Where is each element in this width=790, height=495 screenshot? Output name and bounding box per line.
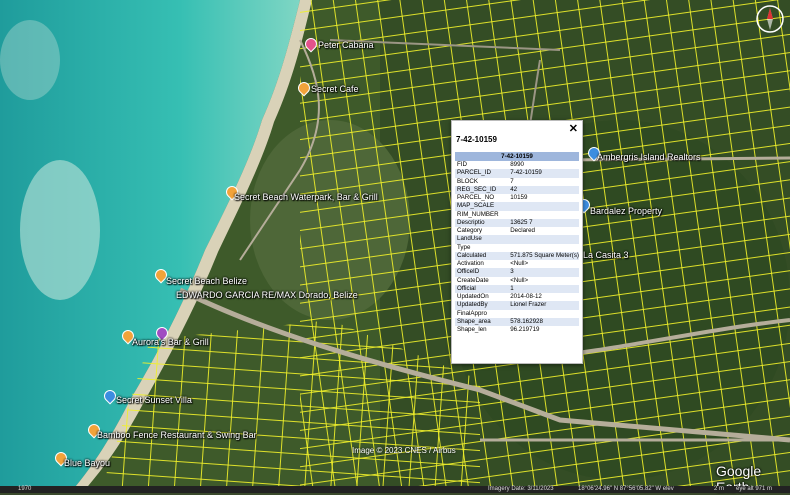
table-row: MAP_SCALE bbox=[455, 202, 579, 211]
parcel-attribute-table: 7-42-10159 FID 8990 PARCEL_ID 7-42-10159 BLO… bbox=[455, 152, 579, 334]
eye-altitude: eye alt 971 m bbox=[736, 486, 773, 492]
table-row: OfficeID 3 bbox=[455, 268, 579, 277]
status-bar: 1970 Imagery Date: 3/11/2023 18°06'24.96… bbox=[0, 486, 790, 493]
imagery-attribution: Image © 2023 CNES / Airbus bbox=[352, 446, 456, 455]
table-row: Shape_len 96.219719 bbox=[455, 326, 579, 334]
attribute-value: 571.875 Square Meter(s) bbox=[508, 251, 579, 260]
place-label[interactable]: Bamboo Fence Restaurant & Swing Bar bbox=[97, 430, 257, 440]
attribute-value bbox=[508, 244, 579, 252]
attribute-value: 1 bbox=[508, 284, 579, 293]
table-row: FinalAppro bbox=[455, 310, 579, 318]
attribute-value: 10159 bbox=[510, 194, 528, 202]
attribute-key: PARCEL_NO bbox=[457, 194, 495, 202]
timeline-year[interactable]: 1970 bbox=[18, 486, 31, 493]
attribute-key: CreateDate bbox=[457, 276, 489, 284]
attribute-key: RIM_NUMBER bbox=[457, 210, 499, 218]
table-row: Type bbox=[455, 244, 579, 252]
close-icon[interactable]: ✕ bbox=[569, 122, 578, 135]
attribute-value: Lionel Frazer bbox=[508, 301, 579, 310]
attribute-key: FID bbox=[457, 161, 467, 169]
elevation-value: 2 m bbox=[714, 486, 725, 492]
table-row: Descriptio 13625 7 bbox=[455, 218, 579, 227]
attribute-value: 2014-08-12 bbox=[510, 293, 542, 301]
table-row: Calculated 571.875 Square Meter(s) bbox=[455, 251, 579, 260]
attribute-key: MAP_SCALE bbox=[455, 202, 509, 211]
place-label[interactable]: Secret Sunset Villa bbox=[116, 395, 192, 405]
attribute-value: 42 bbox=[508, 185, 579, 194]
table-row: FID 8990 bbox=[455, 161, 579, 169]
place-label[interactable]: Secret Beach Waterpark, Bar & Grill bbox=[234, 192, 378, 202]
popup-title: 7-42-10159 bbox=[456, 135, 497, 144]
imagery-date: Imagery Date: 3/11/2023 bbox=[488, 486, 554, 492]
attribute-key: Activation bbox=[457, 260, 484, 268]
parcel-info-popup: ✕ 7-42-10159 7-42-10159 FID 8990 PARCEL_ID… bbox=[451, 120, 583, 364]
attribute-value bbox=[508, 310, 579, 318]
place-label[interactable]: Bardalez Property bbox=[590, 206, 662, 216]
table-row: UpdatedOn 2014-08-12 bbox=[455, 293, 579, 301]
place-label[interactable]: Ambergris Island Realtors bbox=[597, 152, 701, 162]
attribute-value: 3 bbox=[508, 268, 579, 277]
attribute-key: UpdatedBy bbox=[455, 301, 509, 310]
table-row: Activation <Null> bbox=[455, 260, 579, 268]
attribute-value: 13625 7 bbox=[508, 218, 579, 227]
attribute-value: 7 bbox=[510, 177, 514, 185]
place-label[interactable]: La Casita 3 bbox=[583, 250, 629, 260]
compass-icon[interactable] bbox=[755, 4, 785, 34]
table-row: Category Declared bbox=[455, 227, 579, 235]
table-row: CreateDate <Null> bbox=[455, 277, 579, 285]
satellite-map[interactable] bbox=[0, 0, 790, 493]
attribute-value: 96.219719 bbox=[510, 326, 540, 334]
attribute-key: Official bbox=[455, 284, 509, 293]
attribute-key: UpdatedOn bbox=[457, 293, 489, 301]
attribute-value: 578.162928 bbox=[508, 317, 579, 326]
attribute-key: Calculated bbox=[455, 251, 509, 260]
attribute-key: Shape_len bbox=[457, 326, 487, 334]
place-label[interactable]: Secret Cafe bbox=[311, 84, 359, 94]
table-row: Official 1 bbox=[455, 284, 579, 293]
attribute-key: PARCEL_ID bbox=[455, 169, 509, 178]
attribute-value: <Null> bbox=[510, 276, 529, 284]
attribute-key: BLOCK bbox=[457, 177, 478, 185]
attribute-value: 8990 bbox=[510, 161, 524, 169]
table-row: REG_SEC_ID 42 bbox=[455, 185, 579, 194]
attribute-value bbox=[508, 211, 579, 219]
attribute-value: Declared bbox=[510, 227, 535, 235]
attribute-key: OfficeID bbox=[455, 268, 509, 277]
place-label[interactable]: Blue Bayou bbox=[64, 458, 110, 468]
attribute-key: FinalAppro bbox=[457, 309, 487, 317]
place-label[interactable]: Secret Beach Belize bbox=[166, 276, 247, 286]
attribute-key: REG_SEC_ID bbox=[455, 185, 509, 194]
attribute-value bbox=[508, 202, 579, 211]
place-label[interactable]: EDWARDO GARCIA RE/MAX Dorado, Belize bbox=[176, 290, 358, 300]
attribute-key: Shape_area bbox=[455, 317, 509, 326]
attribute-key: Descriptio bbox=[455, 218, 509, 227]
cursor-coordinates: 18°06'24.96" N 87°56'05.82" W elev bbox=[578, 486, 674, 492]
attribute-value: 7-42-10159 bbox=[508, 169, 579, 178]
table-row: PARCEL_ID 7-42-10159 bbox=[455, 169, 579, 178]
attribute-value bbox=[508, 235, 579, 244]
attribute-value: <Null> bbox=[510, 260, 529, 268]
table-row: Shape_area 578.162928 bbox=[455, 317, 579, 326]
attribute-key: Category bbox=[457, 227, 483, 235]
table-row: BLOCK 7 bbox=[455, 178, 579, 186]
place-label[interactable]: Aurora's Bar & Grill bbox=[132, 337, 209, 347]
table-row: LandUse bbox=[455, 235, 579, 244]
place-label[interactable]: Peter Cabana bbox=[318, 40, 374, 50]
table-row: UpdatedBy Lionel Frazer bbox=[455, 301, 579, 310]
table-row: PARCEL_NO 10159 bbox=[455, 194, 579, 202]
table-row: RIM_NUMBER bbox=[455, 211, 579, 219]
table-header: 7-42-10159 bbox=[455, 152, 579, 161]
attribute-key: Type bbox=[457, 243, 471, 251]
attribute-key: LandUse bbox=[455, 235, 509, 244]
